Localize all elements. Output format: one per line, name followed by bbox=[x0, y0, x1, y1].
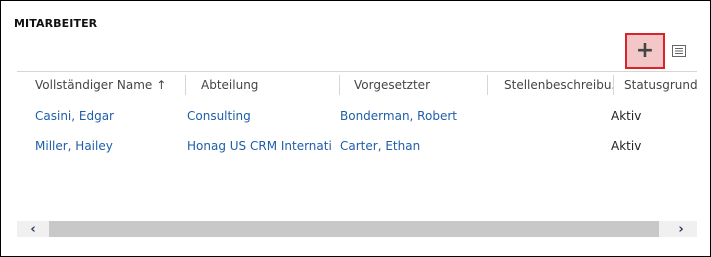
data-grid: Vollständiger Name ↑ Abteilung Vorgesetzt… bbox=[17, 71, 697, 241]
sort-ascending-icon: ↑ bbox=[156, 78, 167, 92]
employee-name-link[interactable]: Casini, Edgar bbox=[35, 101, 185, 131]
column-header-label: Vollständiger Name bbox=[35, 78, 153, 92]
department-link[interactable]: Honag US CRM Internati... bbox=[187, 131, 332, 161]
column-header-status-reason[interactable]: Statusgrund bbox=[624, 72, 697, 98]
job-description-cell bbox=[492, 101, 607, 131]
scroll-left-icon[interactable]: ‹ bbox=[17, 221, 49, 237]
column-header-full-name[interactable]: Vollständiger Name ↑ bbox=[35, 72, 185, 98]
column-header-label: Vorgesetzter bbox=[354, 78, 431, 92]
status-reason-cell: Aktiv bbox=[611, 109, 642, 123]
scrollbar-thumb[interactable] bbox=[49, 221, 659, 237]
grid-header: Vollständiger Name ↑ Abteilung Vorgesetzt… bbox=[17, 72, 697, 98]
department-link[interactable]: Consulting bbox=[187, 101, 332, 131]
column-header-department[interactable]: Abteilung bbox=[201, 72, 341, 98]
table-row[interactable]: Miller, Hailey Honag US CRM Internati...… bbox=[17, 131, 697, 161]
column-header-manager[interactable]: Vorgesetzter bbox=[354, 72, 484, 98]
scroll-right-icon[interactable]: › bbox=[665, 221, 697, 237]
horizontal-scrollbar[interactable]: ‹ › bbox=[17, 221, 697, 237]
column-divider[interactable] bbox=[339, 75, 340, 95]
column-divider[interactable] bbox=[613, 75, 614, 95]
manager-link[interactable]: Carter, Ethan bbox=[340, 131, 485, 161]
subgrid-panel: MITARBEITER + Vollständiger Name ↑ Abteil… bbox=[0, 0, 711, 257]
employee-name-link[interactable]: Miller, Hailey bbox=[35, 131, 185, 161]
column-header-label: Stellenbeschreibu... bbox=[504, 78, 614, 92]
column-header-label: Statusgrund bbox=[624, 78, 697, 92]
add-record-button[interactable]: + bbox=[625, 33, 665, 69]
column-divider[interactable] bbox=[185, 75, 186, 95]
plus-icon: + bbox=[635, 38, 655, 63]
list-view-icon[interactable] bbox=[672, 45, 686, 57]
column-divider[interactable] bbox=[487, 75, 488, 95]
section-title: MITARBEITER bbox=[14, 17, 98, 30]
column-header-job-description[interactable]: Stellenbeschreibu... bbox=[504, 72, 614, 98]
table-row[interactable]: Casini, Edgar Consulting Bonderman, Robe… bbox=[17, 101, 697, 131]
column-header-label: Abteilung bbox=[201, 78, 259, 92]
job-description-cell bbox=[492, 131, 607, 161]
status-reason-cell: Aktiv bbox=[611, 139, 642, 153]
manager-link[interactable]: Bonderman, Robert bbox=[340, 101, 485, 131]
